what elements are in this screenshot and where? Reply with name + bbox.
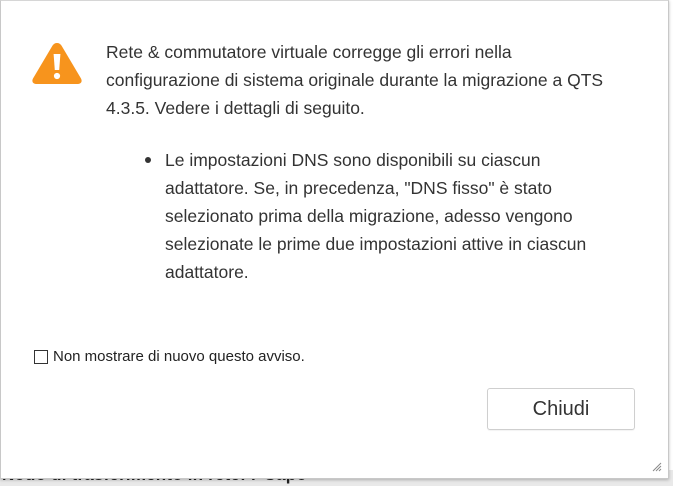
details-list: Le impostazioni DNS sono disponibili su …	[143, 146, 603, 286]
warning-triangle-icon	[32, 43, 82, 84]
list-item: Le impostazioni DNS sono disponibili su …	[143, 146, 603, 286]
detail-text: Le impostazioni DNS sono disponibili su …	[165, 150, 587, 282]
close-button[interactable]: Chiudi	[487, 388, 635, 430]
dont-show-again-label: Non mostrare di nuovo questo avviso.	[53, 348, 305, 365]
bullet-icon	[145, 157, 151, 163]
dont-show-again-option[interactable]: Non mostrare di nuovo questo avviso.	[34, 348, 305, 365]
warning-message: Rete & commutatore virtuale corregge gli…	[106, 42, 604, 118]
dont-show-again-checkbox[interactable]	[34, 349, 48, 364]
resize-grip-icon[interactable]	[651, 461, 662, 472]
warning-dialog: Rete & commutatore virtuale corregge gli…	[0, 0, 669, 479]
